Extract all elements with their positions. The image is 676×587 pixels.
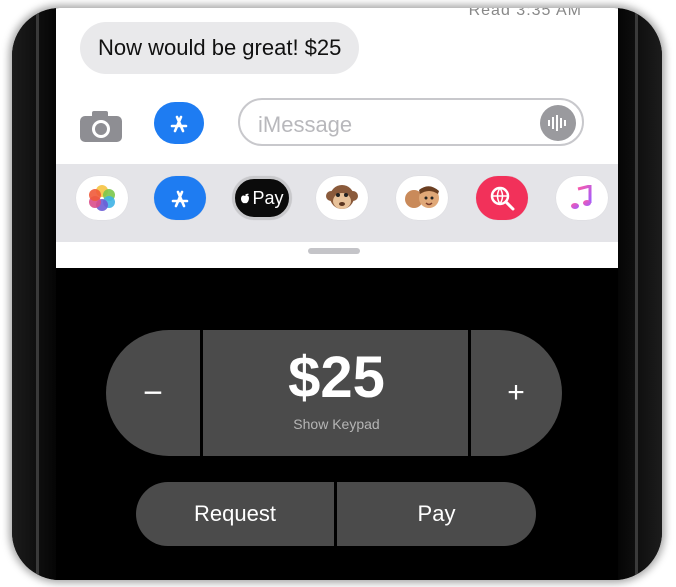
music-icon[interactable] — [556, 176, 608, 220]
memoji-icon[interactable] — [396, 176, 448, 220]
app-drawer: Pay — [56, 164, 618, 242]
pay-actions: Request Pay — [136, 482, 536, 546]
show-keypad-link[interactable]: Show Keypad — [203, 416, 470, 432]
app-store-tray-icon[interactable] — [154, 176, 206, 220]
waveform-icon[interactable] — [540, 105, 576, 141]
decrement-button[interactable]: − — [106, 330, 200, 456]
message-bubble[interactable]: Now would be great! $25 — [80, 22, 360, 74]
right-bezel — [618, 8, 662, 580]
composer-row: iMessage — [56, 98, 618, 158]
request-button[interactable]: Request — [136, 482, 334, 546]
phone-screen: Read 3:35 AM Now would be great! $25 iMe… — [56, 8, 618, 580]
bezel-edge-right — [635, 8, 638, 580]
app-store-icon[interactable] — [154, 102, 204, 144]
imessage-input[interactable]: iMessage — [238, 98, 584, 146]
left-bezel — [12, 8, 56, 580]
read-receipt: Read 3:35 AM — [468, 8, 582, 19]
sheet-grabber[interactable] — [308, 248, 360, 254]
device-frame: Read 3:35 AM Now would be great! $25 iMe… — [12, 8, 662, 580]
globe-search-icon[interactable] — [476, 176, 528, 220]
pay-button[interactable]: Pay — [337, 482, 536, 546]
imessage-placeholder: iMessage — [258, 112, 353, 137]
camera-icon[interactable] — [78, 108, 124, 144]
photos-icon[interactable] — [76, 176, 128, 220]
amount-stepper: − $25 Show Keypad + — [106, 330, 562, 456]
monkey-icon[interactable] — [316, 176, 368, 220]
increment-button[interactable]: + — [470, 330, 562, 456]
payment-amount[interactable]: $25 — [203, 344, 470, 411]
messages-area: Read 3:35 AM Now would be great! $25 iMe… — [56, 8, 618, 268]
apple-pay-label: Pay — [252, 187, 284, 208]
apple-pay-icon[interactable]: Pay — [232, 176, 292, 220]
pay-sheet-header — [56, 242, 618, 266]
bezel-edge-left — [36, 8, 39, 580]
